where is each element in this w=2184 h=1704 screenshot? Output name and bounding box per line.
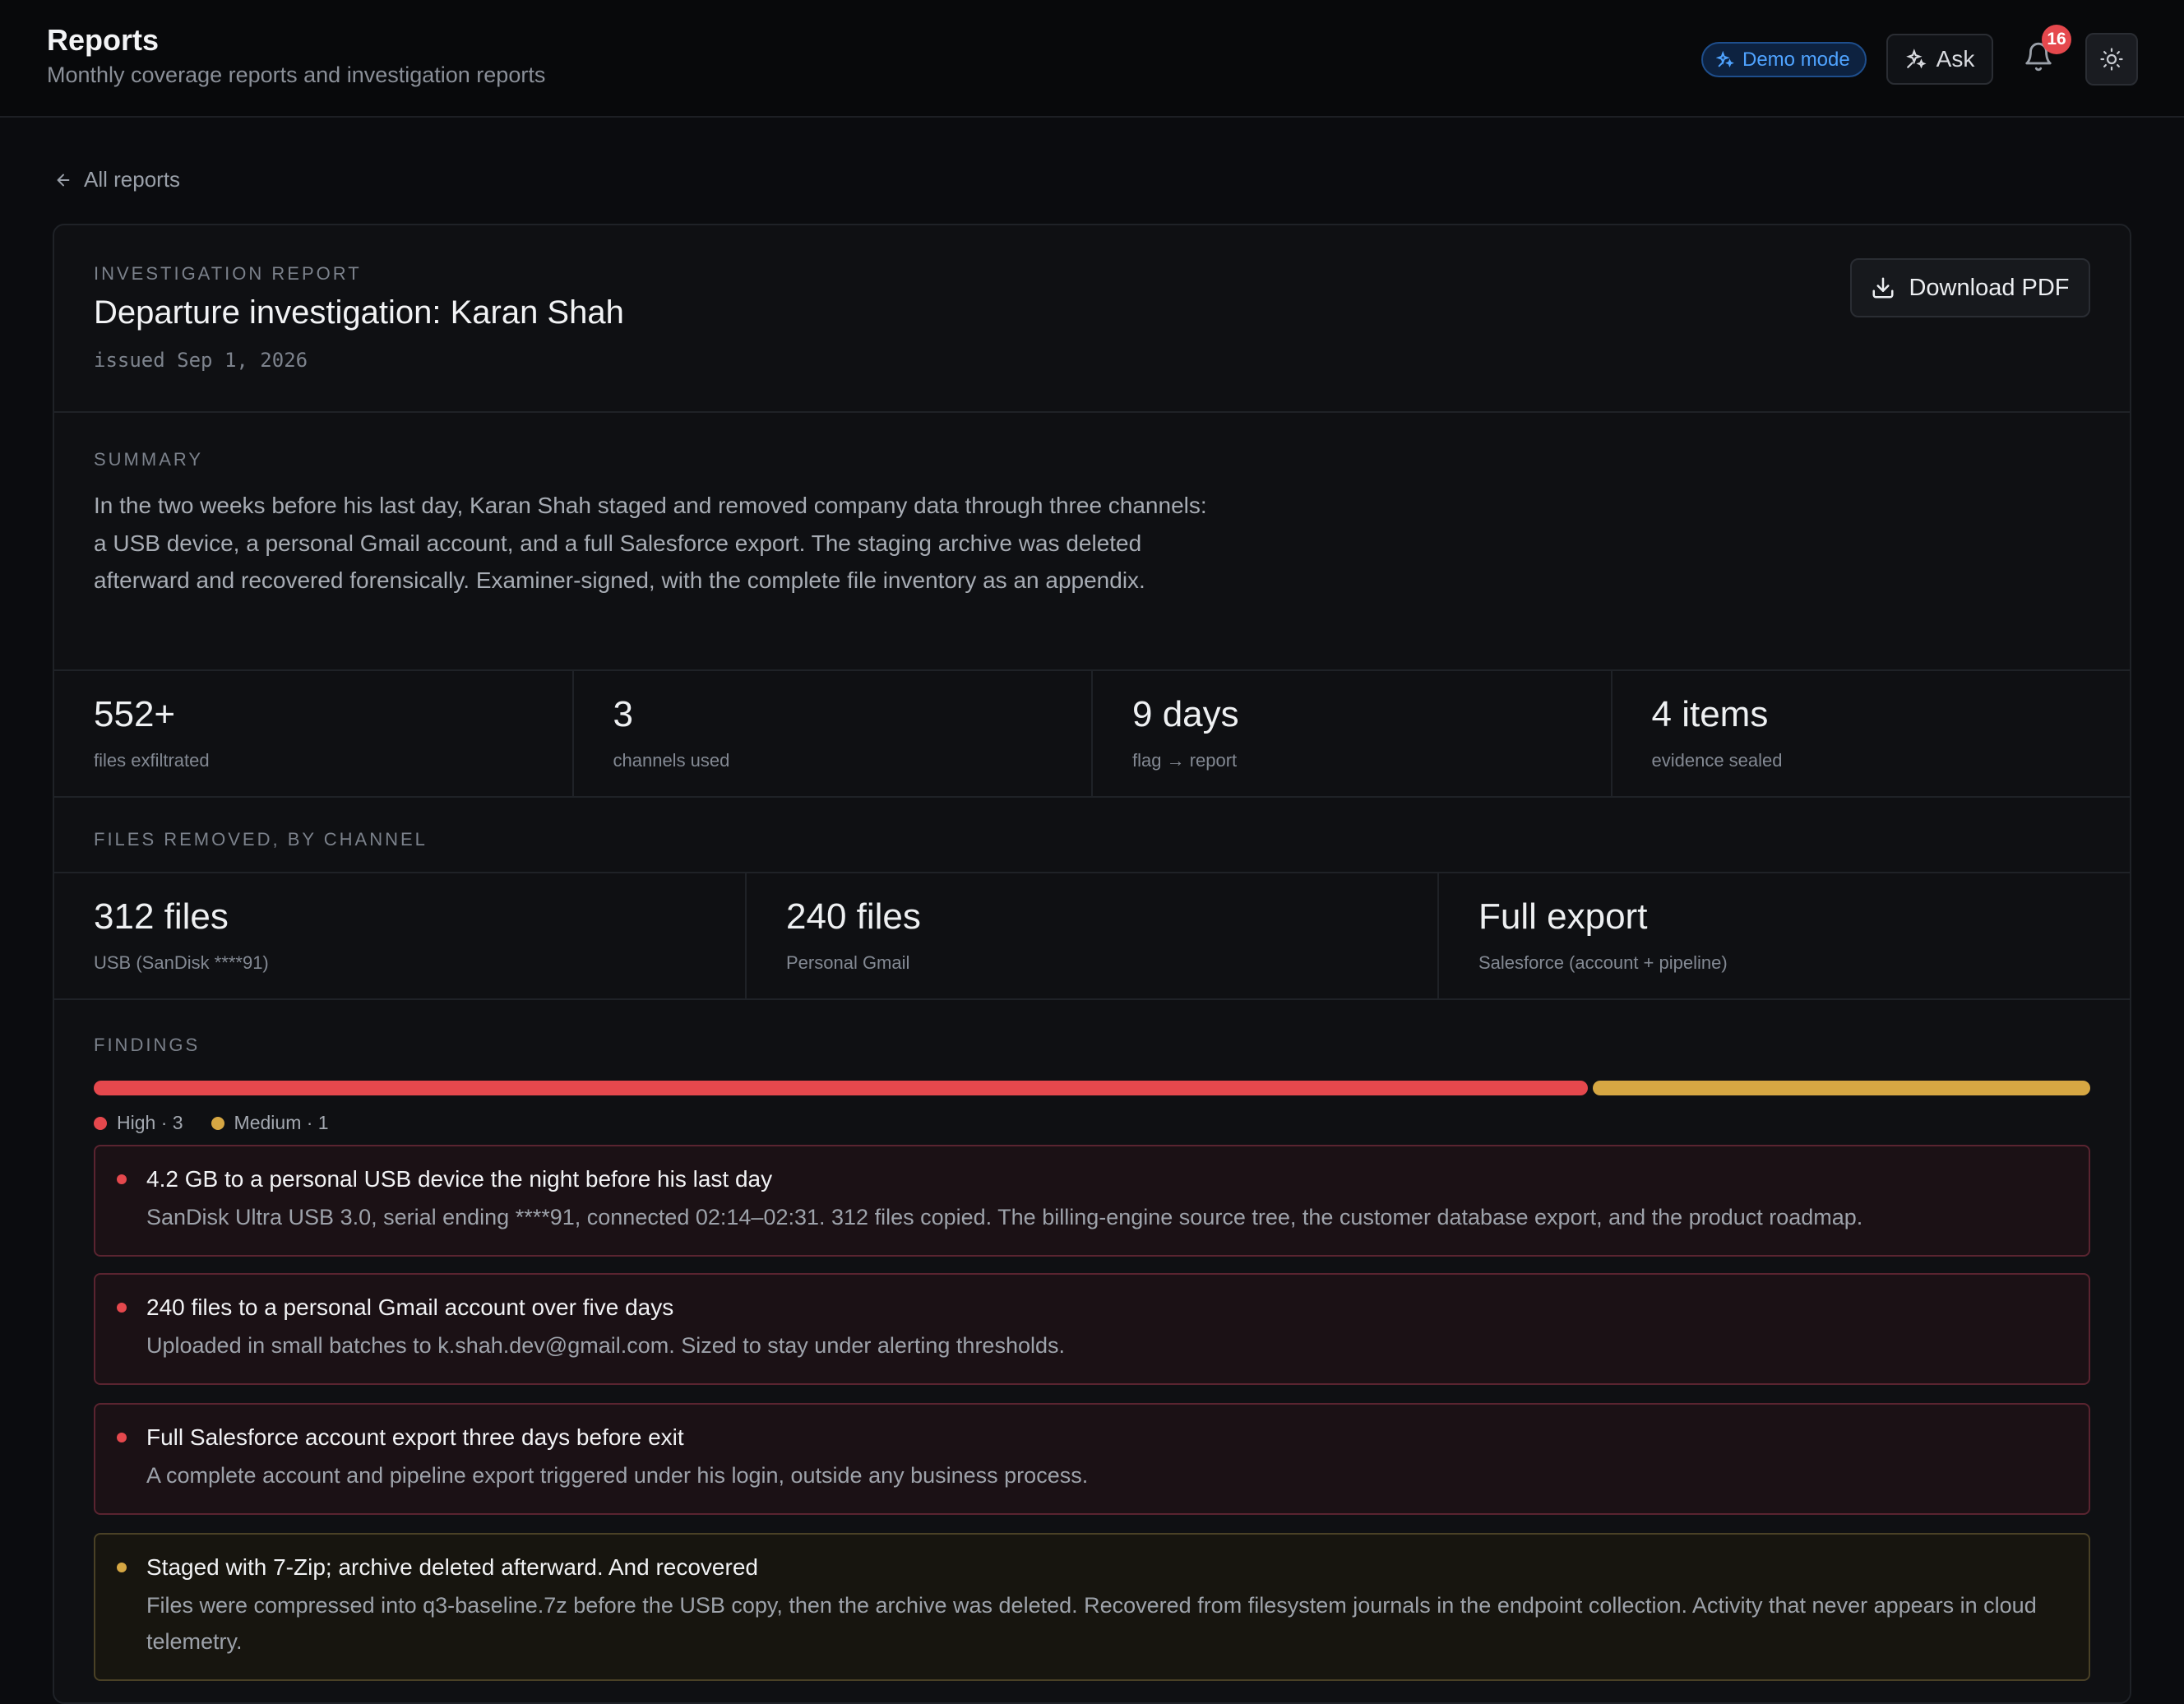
channels-heading-row: FILES REMOVED, BY CHANNEL bbox=[54, 798, 2130, 873]
stat-label: flag → report bbox=[1132, 750, 1238, 771]
channel-salesforce: Full export Salesforce (account + pipeli… bbox=[1439, 873, 2130, 998]
demo-mode-badge[interactable]: Demo mode bbox=[1701, 42, 1867, 77]
severity-legend: High · 3 Medium · 1 bbox=[94, 1112, 329, 1134]
stat-value: 552+ bbox=[94, 694, 176, 734]
finding-title: Staged with 7-Zip; archive deleted after… bbox=[146, 1554, 758, 1580]
finding-card[interactable]: 240 files to a personal Gmail account ov… bbox=[94, 1273, 2090, 1385]
legend-dot bbox=[94, 1116, 107, 1130]
finding-card[interactable]: 4.2 GB to a personal USB device the nigh… bbox=[94, 1145, 2090, 1257]
severity-dot bbox=[117, 1563, 127, 1572]
arrow-left-icon bbox=[57, 174, 70, 186]
download-pdf-button[interactable]: Download PDF bbox=[1850, 258, 2090, 317]
summary-text: In the two weeks before his last day, Ka… bbox=[94, 493, 1207, 593]
ask-label: Ask bbox=[1936, 46, 1975, 72]
demo-mode-label: Demo mode bbox=[1742, 48, 1850, 71]
severity-dot bbox=[117, 1174, 127, 1184]
findings-heading: FINDINGS bbox=[94, 1035, 201, 1055]
theme-toggle-button[interactable] bbox=[2085, 33, 2138, 86]
report-title: Departure investigation: Karan Shah bbox=[94, 294, 624, 331]
channels-row: 312 files USB (SanDisk ****91) 240 files… bbox=[54, 873, 2130, 1000]
finding-description: Uploaded in small batches to k.shah.dev@… bbox=[146, 1333, 1065, 1358]
findings-section: FINDINGS High · 3 Medium · 1 4.2 GB to a… bbox=[54, 1000, 2130, 1702]
channel-value: Full export bbox=[1478, 896, 1648, 937]
summary-section: SUMMARY In the two weeks before his last… bbox=[54, 413, 2130, 671]
finding-title: 240 files to a personal Gmail account ov… bbox=[146, 1294, 674, 1320]
sun-icon bbox=[2100, 48, 2123, 71]
sparkle-icon bbox=[1905, 49, 1927, 69]
stat-channels-used: 3 channels used bbox=[574, 671, 1093, 796]
ask-button[interactable]: Ask bbox=[1886, 34, 1993, 85]
stat-value: 4 items bbox=[1651, 694, 1769, 734]
finding-description: SanDisk Ultra USB 3.0, serial ending ***… bbox=[146, 1205, 1863, 1229]
channel-value: 240 files bbox=[786, 896, 921, 937]
report-card: INVESTIGATION REPORT Departure investiga… bbox=[53, 224, 2131, 1704]
download-icon bbox=[1872, 277, 1894, 299]
stat-value: 9 days bbox=[1132, 694, 1239, 734]
report-header: INVESTIGATION REPORT Departure investiga… bbox=[54, 225, 2130, 413]
legend-label: High · 3 bbox=[117, 1112, 183, 1133]
stat-files-exfiltrated: 552+ files exfiltrated bbox=[54, 671, 574, 796]
stat-value: 3 bbox=[613, 694, 633, 734]
sparkle-icon bbox=[1716, 50, 1734, 67]
channel-gmail: 240 files Personal Gmail bbox=[747, 873, 1439, 998]
finding-title: 4.2 GB to a personal USB device the nigh… bbox=[146, 1166, 773, 1192]
severity-dot bbox=[117, 1303, 127, 1313]
stat-label: channels used bbox=[613, 750, 730, 771]
top-bar: Reports Monthly coverage reports and inv… bbox=[0, 0, 2184, 118]
severity-segment-high bbox=[94, 1081, 1588, 1095]
channel-usb: 312 files USB (SanDisk ****91) bbox=[54, 873, 747, 998]
report-type-label: INVESTIGATION REPORT bbox=[94, 263, 362, 284]
channel-label: Salesforce (account + pipeline) bbox=[1478, 952, 1728, 973]
finding-description: A complete account and pipeline export t… bbox=[146, 1463, 1089, 1488]
page-subtitle: Monthly coverage reports and investigati… bbox=[47, 63, 546, 87]
stat-evidence-sealed: 4 items evidence sealed bbox=[1613, 671, 2131, 796]
stats-row: 552+ files exfiltrated 3 channels used 9… bbox=[54, 671, 2130, 798]
severity-segment-medium bbox=[1592, 1081, 2090, 1095]
all-reports-label: All reports bbox=[84, 167, 181, 192]
download-pdf-label: Download PDF bbox=[1909, 274, 2070, 301]
stat-label: files exfiltrated bbox=[94, 750, 210, 771]
finding-card[interactable]: Full Salesforce account export three day… bbox=[94, 1403, 2090, 1515]
notification-count-badge: 16 bbox=[2042, 25, 2071, 54]
channel-label: USB (SanDisk ****91) bbox=[94, 952, 269, 973]
channel-value: 312 files bbox=[94, 896, 229, 937]
legend-label: Medium · 1 bbox=[234, 1112, 329, 1133]
all-reports-link[interactable]: All reports bbox=[54, 167, 180, 192]
report-issued-date: issued Sep 1, 2026 bbox=[94, 349, 308, 372]
legend-dot bbox=[211, 1116, 224, 1130]
stat-label: evidence sealed bbox=[1651, 750, 1783, 771]
finding-title: Full Salesforce account export three day… bbox=[146, 1424, 684, 1450]
page-title: Reports bbox=[47, 23, 160, 57]
channel-label: Personal Gmail bbox=[786, 952, 910, 973]
legend-high: High · 3 bbox=[94, 1112, 183, 1134]
severity-bar bbox=[94, 1081, 2090, 1095]
finding-description: Files were compressed into q3-baseline.7… bbox=[146, 1593, 2037, 1654]
summary-heading: SUMMARY bbox=[94, 449, 204, 470]
channels-heading: FILES REMOVED, BY CHANNEL bbox=[94, 829, 428, 850]
stat-flag-to-report: 9 days flag → report bbox=[1093, 671, 1613, 796]
finding-card[interactable]: Staged with 7-Zip; archive deleted after… bbox=[94, 1533, 2090, 1681]
legend-medium: Medium · 1 bbox=[211, 1112, 329, 1134]
severity-dot bbox=[117, 1433, 127, 1442]
